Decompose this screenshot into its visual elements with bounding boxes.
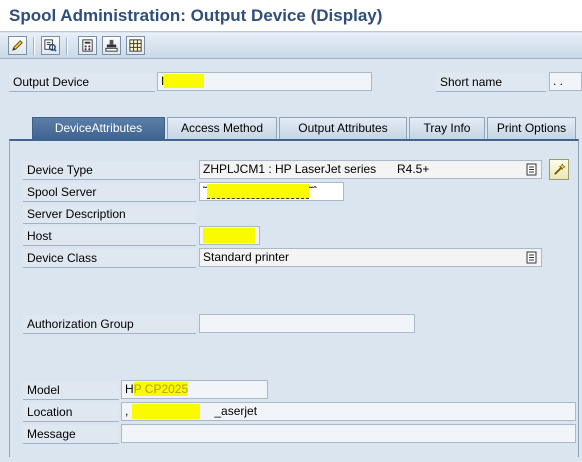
window-title: Spool Administration: Output Device (Dis… — [9, 6, 383, 25]
tab-output-attributes[interactable]: Output Attributes — [279, 117, 407, 139]
tab-print-options[interactable]: Print Options — [487, 117, 576, 139]
device-type-field[interactable]: ZHPLJCM1 : HP LaserJet series R4.5+ — [199, 160, 542, 179]
where-used-icon — [44, 39, 57, 52]
redacted-highlight — [207, 184, 309, 200]
location-field: , _aserjet — [121, 402, 576, 421]
authorization-group-label: Authorization Group — [23, 315, 196, 334]
host-label: Host — [23, 227, 196, 246]
where-used-button[interactable] — [41, 36, 60, 55]
title-bar: Spool Administration: Output Device (Dis… — [0, 0, 582, 32]
stamp-icon — [105, 39, 118, 52]
model-value: P CP2025 — [133, 382, 189, 396]
server-description-label: Server Description — [23, 205, 196, 224]
stamp-button[interactable] — [102, 36, 121, 55]
application-toolbar — [0, 33, 582, 59]
toolbar-separator — [33, 37, 35, 55]
device-type-release: R4.5+ — [397, 162, 430, 176]
short-name-field: . . — [549, 72, 582, 91]
location-label: Location — [23, 403, 119, 422]
model-prefix: H — [125, 382, 134, 396]
device-class-label: Device Class — [23, 249, 196, 268]
table-icon — [129, 39, 142, 52]
message-field — [121, 424, 576, 443]
location-prefix: , — [125, 404, 129, 418]
wand-icon — [553, 163, 566, 175]
host-field — [199, 226, 260, 245]
tab-access-method[interactable]: Access Method — [167, 117, 277, 139]
redacted-highlight — [203, 228, 255, 244]
device-class-field[interactable]: Standard printer — [199, 248, 542, 267]
tab-tray-info[interactable]: Tray Info — [409, 117, 485, 139]
redacted-highlight — [132, 404, 201, 420]
device-class-value: Standard printer — [203, 250, 290, 264]
spool-server-label: Spool Server — [23, 183, 196, 202]
authorization-group-field — [199, 314, 415, 333]
short-name-label: Short name — [436, 73, 546, 92]
message-label: Message — [23, 425, 119, 444]
calculator-button[interactable] — [78, 36, 97, 55]
tab-device-attributes[interactable]: DeviceAttributes — [32, 117, 165, 139]
output-device-field: I — [157, 72, 372, 91]
output-device-label: Output Device — [9, 73, 155, 92]
list-dropdown-icon — [526, 251, 537, 264]
list-dropdown-icon — [526, 163, 537, 176]
spool-server-suffix: ˜ˆ — [309, 184, 317, 198]
calculator-icon — [82, 39, 93, 52]
table-button[interactable] — [126, 36, 145, 55]
spool-server-field[interactable]: ˜ ˜ˆ — [199, 182, 344, 201]
model-field: HP CP2025 — [121, 380, 268, 399]
pencil-icon — [12, 40, 23, 51]
device-type-value: ZHPLJCM1 : HP LaserJet series — [203, 162, 377, 176]
tab-strip: DeviceAttributes Access Method Output At… — [18, 117, 578, 139]
location-suffix: _aserjet — [214, 404, 258, 418]
display-change-button[interactable] — [8, 36, 27, 55]
toolbar-separator — [66, 37, 68, 55]
device-type-label: Device Type — [23, 161, 196, 180]
redacted-highlight — [164, 74, 205, 88]
device-type-help-button[interactable] — [549, 159, 569, 180]
model-label: Model — [23, 381, 119, 400]
